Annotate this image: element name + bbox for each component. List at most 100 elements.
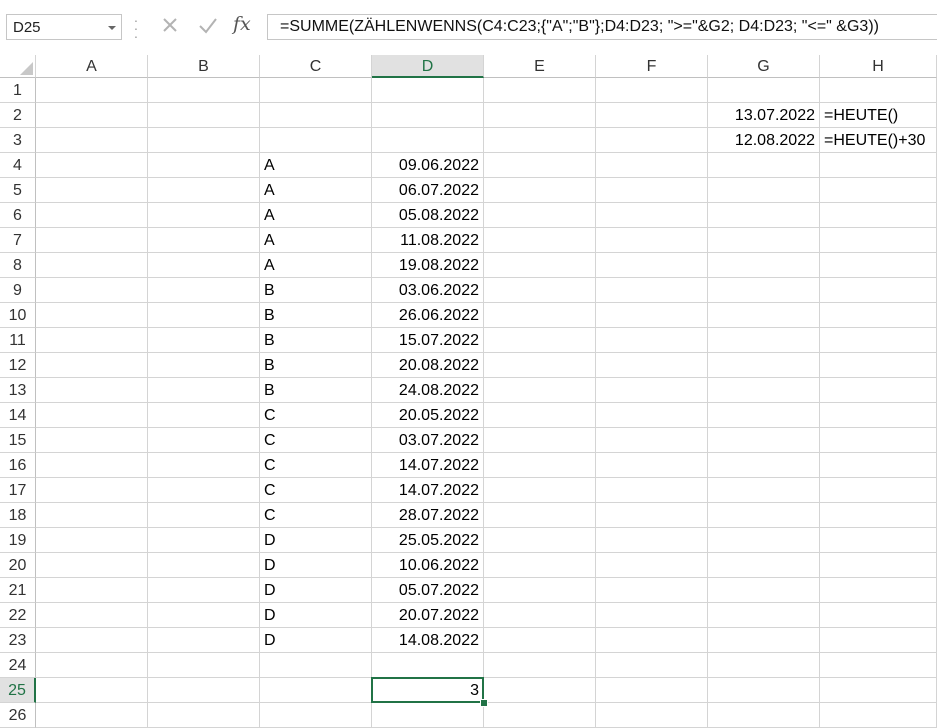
cell-f10[interactable] <box>596 303 708 328</box>
dropdown-arrow-icon[interactable] <box>107 22 117 34</box>
cell-a25[interactable] <box>36 678 148 703</box>
cell-h4[interactable] <box>820 153 937 178</box>
row-header-13[interactable]: 13 <box>0 378 36 403</box>
cell-c4[interactable]: A <box>260 153 372 178</box>
cell-g15[interactable] <box>708 428 820 453</box>
cell-a8[interactable] <box>36 253 148 278</box>
cell-c8[interactable]: A <box>260 253 372 278</box>
cell-d18[interactable]: 28.07.2022 <box>372 503 484 528</box>
cell-a11[interactable] <box>36 328 148 353</box>
cell-c26[interactable] <box>260 703 372 728</box>
cell-c24[interactable] <box>260 653 372 678</box>
row-header-18[interactable]: 18 <box>0 503 36 528</box>
cell-h17[interactable] <box>820 478 937 503</box>
cell-g12[interactable] <box>708 353 820 378</box>
cell-g21[interactable] <box>708 578 820 603</box>
cell-c6[interactable]: A <box>260 203 372 228</box>
cell-c10[interactable]: B <box>260 303 372 328</box>
cell-d10[interactable]: 26.06.2022 <box>372 303 484 328</box>
cell-c9[interactable]: B <box>260 278 372 303</box>
cell-e14[interactable] <box>484 403 596 428</box>
cell-f24[interactable] <box>596 653 708 678</box>
cell-b13[interactable] <box>148 378 260 403</box>
cell-h10[interactable] <box>820 303 937 328</box>
row-header-11[interactable]: 11 <box>0 328 36 353</box>
cell-c15[interactable]: C <box>260 428 372 453</box>
select-all-button[interactable] <box>0 55 36 78</box>
cell-c19[interactable]: D <box>260 528 372 553</box>
cell-d17[interactable]: 14.07.2022 <box>372 478 484 503</box>
cell-d24[interactable] <box>372 653 484 678</box>
cell-d13[interactable]: 24.08.2022 <box>372 378 484 403</box>
cell-g9[interactable] <box>708 278 820 303</box>
cell-g26[interactable] <box>708 703 820 728</box>
cell-f15[interactable] <box>596 428 708 453</box>
column-header-e[interactable]: E <box>484 55 596 78</box>
cell-g4[interactable] <box>708 153 820 178</box>
row-header-9[interactable]: 9 <box>0 278 36 303</box>
cell-a9[interactable] <box>36 278 148 303</box>
row-header-26[interactable]: 26 <box>0 703 36 728</box>
enter-icon[interactable] <box>194 14 222 40</box>
cell-g13[interactable] <box>708 378 820 403</box>
cell-a15[interactable] <box>36 428 148 453</box>
cell-b6[interactable] <box>148 203 260 228</box>
cell-e17[interactable] <box>484 478 596 503</box>
cell-b3[interactable] <box>148 128 260 153</box>
cell-f23[interactable] <box>596 628 708 653</box>
cell-e16[interactable] <box>484 453 596 478</box>
cell-e23[interactable] <box>484 628 596 653</box>
cell-d15[interactable]: 03.07.2022 <box>372 428 484 453</box>
cell-h19[interactable] <box>820 528 937 553</box>
cell-b7[interactable] <box>148 228 260 253</box>
cell-g24[interactable] <box>708 653 820 678</box>
cell-h14[interactable] <box>820 403 937 428</box>
cell-a17[interactable] <box>36 478 148 503</box>
row-header-16[interactable]: 16 <box>0 453 36 478</box>
row-header-12[interactable]: 12 <box>0 353 36 378</box>
cell-c25[interactable] <box>260 678 372 703</box>
row-header-8[interactable]: 8 <box>0 253 36 278</box>
cell-f20[interactable] <box>596 553 708 578</box>
row-header-19[interactable]: 19 <box>0 528 36 553</box>
cell-f14[interactable] <box>596 403 708 428</box>
cell-c13[interactable]: B <box>260 378 372 403</box>
cell-h1[interactable] <box>820 78 937 103</box>
row-header-4[interactable]: 4 <box>0 153 36 178</box>
cell-c14[interactable]: C <box>260 403 372 428</box>
column-header-g[interactable]: G <box>708 55 820 78</box>
cell-e21[interactable] <box>484 578 596 603</box>
cell-c12[interactable]: B <box>260 353 372 378</box>
row-header-2[interactable]: 2 <box>0 103 36 128</box>
cell-h7[interactable] <box>820 228 937 253</box>
cell-e9[interactable] <box>484 278 596 303</box>
cell-a18[interactable] <box>36 503 148 528</box>
cell-a12[interactable] <box>36 353 148 378</box>
cell-g7[interactable] <box>708 228 820 253</box>
cell-f2[interactable] <box>596 103 708 128</box>
cell-f1[interactable] <box>596 78 708 103</box>
cell-c16[interactable]: C <box>260 453 372 478</box>
cell-a4[interactable] <box>36 153 148 178</box>
cell-b11[interactable] <box>148 328 260 353</box>
cell-a7[interactable] <box>36 228 148 253</box>
cell-e22[interactable] <box>484 603 596 628</box>
cell-f12[interactable] <box>596 353 708 378</box>
cell-b21[interactable] <box>148 578 260 603</box>
cell-a13[interactable] <box>36 378 148 403</box>
row-header-3[interactable]: 3 <box>0 128 36 153</box>
row-header-22[interactable]: 22 <box>0 603 36 628</box>
cell-d12[interactable]: 20.08.2022 <box>372 353 484 378</box>
cell-h8[interactable] <box>820 253 937 278</box>
cell-g20[interactable] <box>708 553 820 578</box>
cell-h20[interactable] <box>820 553 937 578</box>
cell-h26[interactable] <box>820 703 937 728</box>
cell-b20[interactable] <box>148 553 260 578</box>
cell-d14[interactable]: 20.05.2022 <box>372 403 484 428</box>
cell-h2[interactable]: =HEUTE() <box>820 103 937 128</box>
cell-e20[interactable] <box>484 553 596 578</box>
cell-h22[interactable] <box>820 603 937 628</box>
cell-e10[interactable] <box>484 303 596 328</box>
cell-e3[interactable] <box>484 128 596 153</box>
row-header-15[interactable]: 15 <box>0 428 36 453</box>
